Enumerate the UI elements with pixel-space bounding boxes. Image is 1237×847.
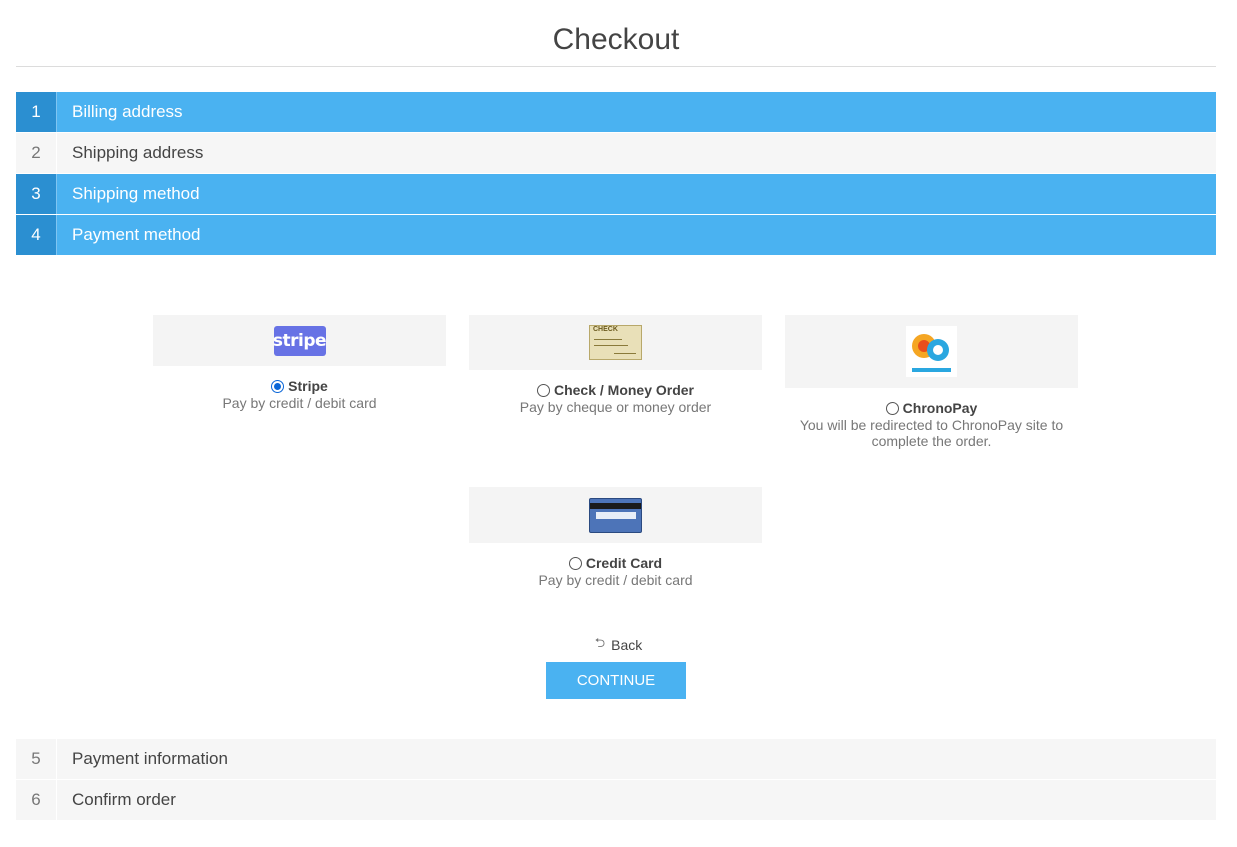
payment-method-chronopay[interactable]: ChronoPay You will be redirected to Chro… bbox=[785, 315, 1078, 449]
card-magnetic-stripe bbox=[590, 502, 641, 509]
method-description: You will be redirected to ChronoPay site… bbox=[799, 417, 1064, 449]
step-number: 4 bbox=[16, 215, 57, 255]
step-billing-address[interactable]: 1 Billing address bbox=[16, 92, 1216, 132]
step-label: Shipping method bbox=[72, 184, 200, 203]
credit-card-logo bbox=[589, 497, 642, 533]
check-logo-text: CHECK bbox=[593, 326, 618, 333]
step-label: Payment information bbox=[72, 749, 228, 768]
payment-method-stripe[interactable]: stripe Stripe Pay by credit / debit card bbox=[153, 315, 446, 411]
card-signature-panel bbox=[596, 511, 636, 519]
step-number: 2 bbox=[16, 133, 57, 173]
stripe-radio[interactable] bbox=[271, 379, 285, 393]
back-label: Back bbox=[611, 637, 643, 653]
method-name: Credit Card bbox=[585, 555, 663, 571]
step-payment-method[interactable]: 4 Payment method bbox=[16, 215, 1216, 255]
step-label: Shipping address bbox=[72, 143, 204, 162]
method-description: Pay by cheque or money order bbox=[519, 399, 712, 415]
payment-method-check[interactable]: CHECK Check / Money Order Pay by cheque … bbox=[469, 315, 762, 415]
stripe-logo: stripe bbox=[273, 325, 327, 356]
logo-box bbox=[785, 315, 1078, 388]
method-description: Pay by credit / debit card bbox=[538, 572, 693, 588]
logo-box: stripe bbox=[153, 315, 446, 366]
back-link[interactable]: ⮌ Back bbox=[0, 634, 1237, 656]
step-label: Payment method bbox=[72, 225, 201, 244]
step-payment-information[interactable]: 5 Payment information bbox=[16, 739, 1216, 779]
method-name: ChronoPay bbox=[902, 400, 978, 416]
back-arrow-icon: ⮌ bbox=[594, 635, 606, 650]
chronopay-radio[interactable] bbox=[885, 401, 899, 415]
check-line bbox=[594, 339, 622, 340]
method-name-row[interactable]: ChronoPay bbox=[785, 400, 1078, 416]
method-name-row[interactable]: Credit Card bbox=[469, 555, 762, 571]
chronopay-gears-icon bbox=[912, 334, 951, 372]
page-title: Checkout bbox=[16, 0, 1216, 67]
step-number: 3 bbox=[16, 174, 57, 214]
method-description: Pay by credit / debit card bbox=[222, 395, 377, 411]
continue-button[interactable]: CONTINUE bbox=[546, 662, 686, 699]
step-label: Confirm order bbox=[72, 790, 176, 809]
step-shipping-method[interactable]: 3 Shipping method bbox=[16, 174, 1216, 214]
method-name-row[interactable]: Stripe bbox=[153, 378, 446, 394]
method-name: Stripe bbox=[288, 378, 328, 394]
step-confirm-order[interactable]: 6 Confirm order bbox=[16, 780, 1216, 820]
check-radio[interactable] bbox=[536, 383, 550, 397]
credit-card-radio[interactable] bbox=[568, 556, 582, 570]
step-number: 6 bbox=[16, 780, 57, 820]
check-signature bbox=[614, 353, 636, 354]
check-logo: CHECK bbox=[589, 325, 642, 360]
step-label: Billing address bbox=[72, 102, 183, 121]
payment-method-credit-card[interactable]: Credit Card Pay by credit / debit card bbox=[469, 487, 762, 588]
logo-box: CHECK bbox=[469, 315, 762, 370]
step-number: 5 bbox=[16, 739, 57, 779]
step-shipping-address[interactable]: 2 Shipping address bbox=[16, 133, 1216, 173]
check-line bbox=[594, 345, 628, 346]
method-name: Check / Money Order bbox=[553, 382, 695, 398]
step-number: 1 bbox=[16, 92, 57, 132]
method-name-row[interactable]: Check / Money Order bbox=[469, 382, 762, 398]
logo-box bbox=[469, 487, 762, 543]
chronopay-logo bbox=[906, 326, 957, 377]
